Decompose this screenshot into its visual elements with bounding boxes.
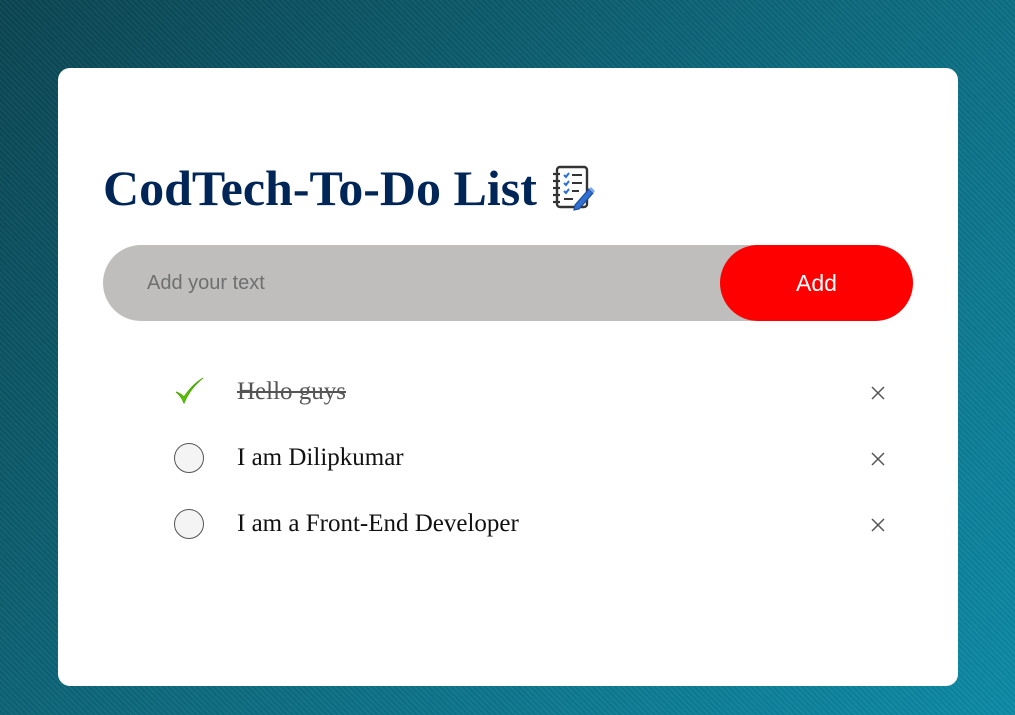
empty-circle-icon[interactable] [174,443,204,473]
task-text[interactable]: I am Dilipkumar [237,441,404,475]
task-item[interactable]: I am Dilipkumar [170,431,900,497]
task-input[interactable] [147,245,707,321]
task-item[interactable]: I am a Front-End Developer [170,497,900,563]
close-icon[interactable] [866,447,890,471]
app-title-text: CodTech-To-Do List [103,160,537,216]
add-button[interactable]: Add [720,245,913,321]
task-item[interactable]: Hello guys [170,365,900,431]
input-row: Add [103,245,913,321]
app-title: CodTech-To-Do List [103,158,595,218]
close-icon[interactable] [866,513,890,537]
todo-card: CodTech-To-Do List Add your text Add Hel… [58,68,958,686]
notebook-checklist-icon [551,164,595,212]
task-text[interactable]: I am a Front-End Developer [237,507,519,541]
close-icon[interactable] [866,381,890,405]
task-text[interactable]: Hello guys [237,375,346,409]
checkmark-icon[interactable] [174,377,204,407]
task-list: Hello guys I am Dilipkumar I am a Front-… [170,365,900,563]
empty-circle-icon[interactable] [174,509,204,539]
